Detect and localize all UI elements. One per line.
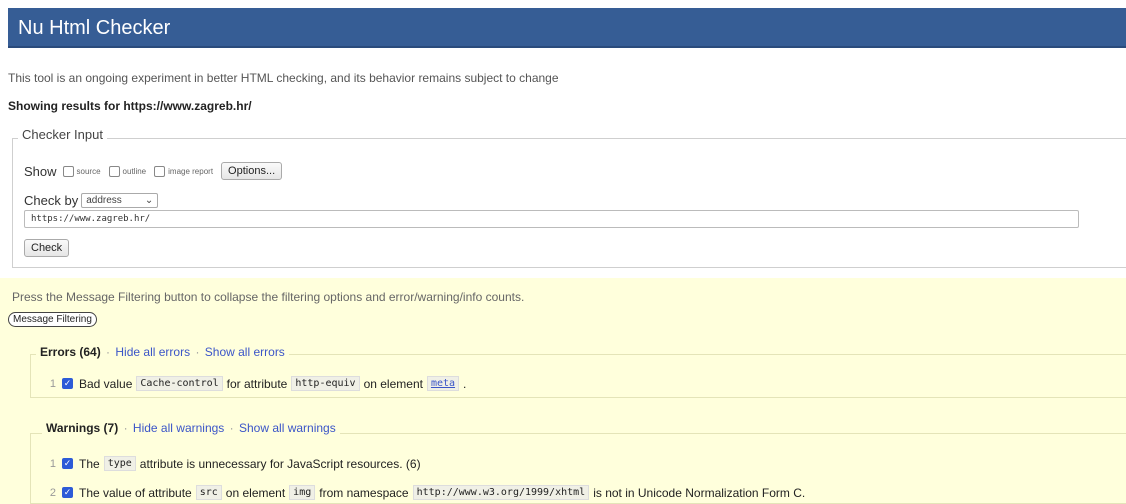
- check-by-label: Check by: [24, 193, 79, 208]
- checkmark-icon[interactable]: ✓: [62, 378, 73, 389]
- show-all-errors-link[interactable]: Show all errors: [205, 345, 285, 359]
- message-number: 1: [49, 457, 56, 470]
- app-header: Nu Html Checker: [8, 8, 1126, 48]
- checker-input-fieldset: [12, 138, 1126, 268]
- outline-label: outline: [122, 166, 147, 176]
- message-text: is not in Unicode Normalization Form C.: [593, 485, 806, 500]
- code-element: img: [289, 485, 316, 500]
- check-by-row: Check by address ⌄: [24, 193, 159, 208]
- hide-all-errors-link[interactable]: Hide all errors: [115, 345, 190, 359]
- image-report-label: image report: [168, 166, 214, 176]
- hide-all-warnings-link[interactable]: Hide all warnings: [133, 421, 224, 435]
- separator: ·: [123, 421, 128, 435]
- separator: ·: [106, 345, 111, 359]
- showing-results: Showing results for https://www.zagreb.h…: [8, 99, 252, 113]
- checker-input-legend: Checker Input: [18, 127, 107, 142]
- errors-legend: Errors (64) · Hide all errors · Show all…: [36, 345, 289, 359]
- source-label: source: [76, 166, 101, 176]
- errors-title: Errors (64): [40, 345, 101, 359]
- app-title: Nu Html Checker: [18, 17, 171, 39]
- element-link[interactable]: meta: [426, 376, 460, 391]
- code-attribute: http-equiv: [291, 376, 360, 391]
- error-item: 1 ✓ Bad value Cache-control for attribut…: [40, 376, 466, 391]
- checkmark-icon[interactable]: ✓: [62, 458, 73, 469]
- code-attribute: type: [103, 456, 136, 471]
- message-number: 1: [49, 377, 56, 390]
- check-button[interactable]: Check: [24, 239, 70, 257]
- show-label: Show: [24, 163, 57, 179]
- options-button[interactable]: Options...: [221, 162, 283, 180]
- separator: ·: [195, 345, 200, 359]
- message-text: The: [79, 456, 100, 471]
- warning-item: 1 ✓ The type attribute is unnecessary fo…: [40, 456, 421, 471]
- show-options-row: Show source outline image report Options…: [24, 162, 283, 180]
- message-text: on element: [363, 376, 423, 391]
- warnings-legend: Warnings (7) · Hide all warnings · Show …: [42, 421, 340, 435]
- code-value: Cache-control: [136, 376, 223, 391]
- checkmark-icon[interactable]: ✓: [62, 487, 73, 498]
- separator: ·: [229, 421, 234, 435]
- message-text: from namespace: [319, 485, 409, 500]
- intro-text: This tool is an ongoing experiment in be…: [8, 71, 559, 85]
- message-text: attribute is unnecessary for JavaScript …: [139, 456, 421, 471]
- message-text: .: [463, 376, 467, 391]
- show-all-warnings-link[interactable]: Show all warnings: [239, 421, 336, 435]
- message-text: The value of attribute: [79, 485, 192, 500]
- warning-item: 2 ✓ The value of attribute src on elemen…: [40, 485, 805, 500]
- message-text: on element: [225, 485, 286, 500]
- message-number: 2: [49, 486, 56, 499]
- code-namespace: http://www.w3.org/1999/xhtml: [412, 485, 590, 500]
- image-report-checkbox[interactable]: [154, 165, 166, 177]
- filtering-hint: Press the Message Filtering button to co…: [12, 290, 525, 304]
- url-input[interactable]: https://www.zagreb.hr/: [24, 210, 1079, 228]
- message-text: Bad value: [79, 376, 133, 391]
- code-attribute: src: [195, 485, 222, 500]
- message-text: for attribute: [226, 376, 288, 391]
- outline-checkbox[interactable]: [108, 165, 120, 177]
- chevron-down-icon: ⌄: [144, 195, 154, 206]
- warnings-title: Warnings (7): [46, 421, 119, 435]
- check-by-value: address: [86, 195, 122, 206]
- check-by-select[interactable]: address ⌄: [81, 193, 159, 208]
- message-filtering-button[interactable]: Message Filtering: [8, 312, 97, 327]
- source-checkbox[interactable]: [62, 165, 74, 177]
